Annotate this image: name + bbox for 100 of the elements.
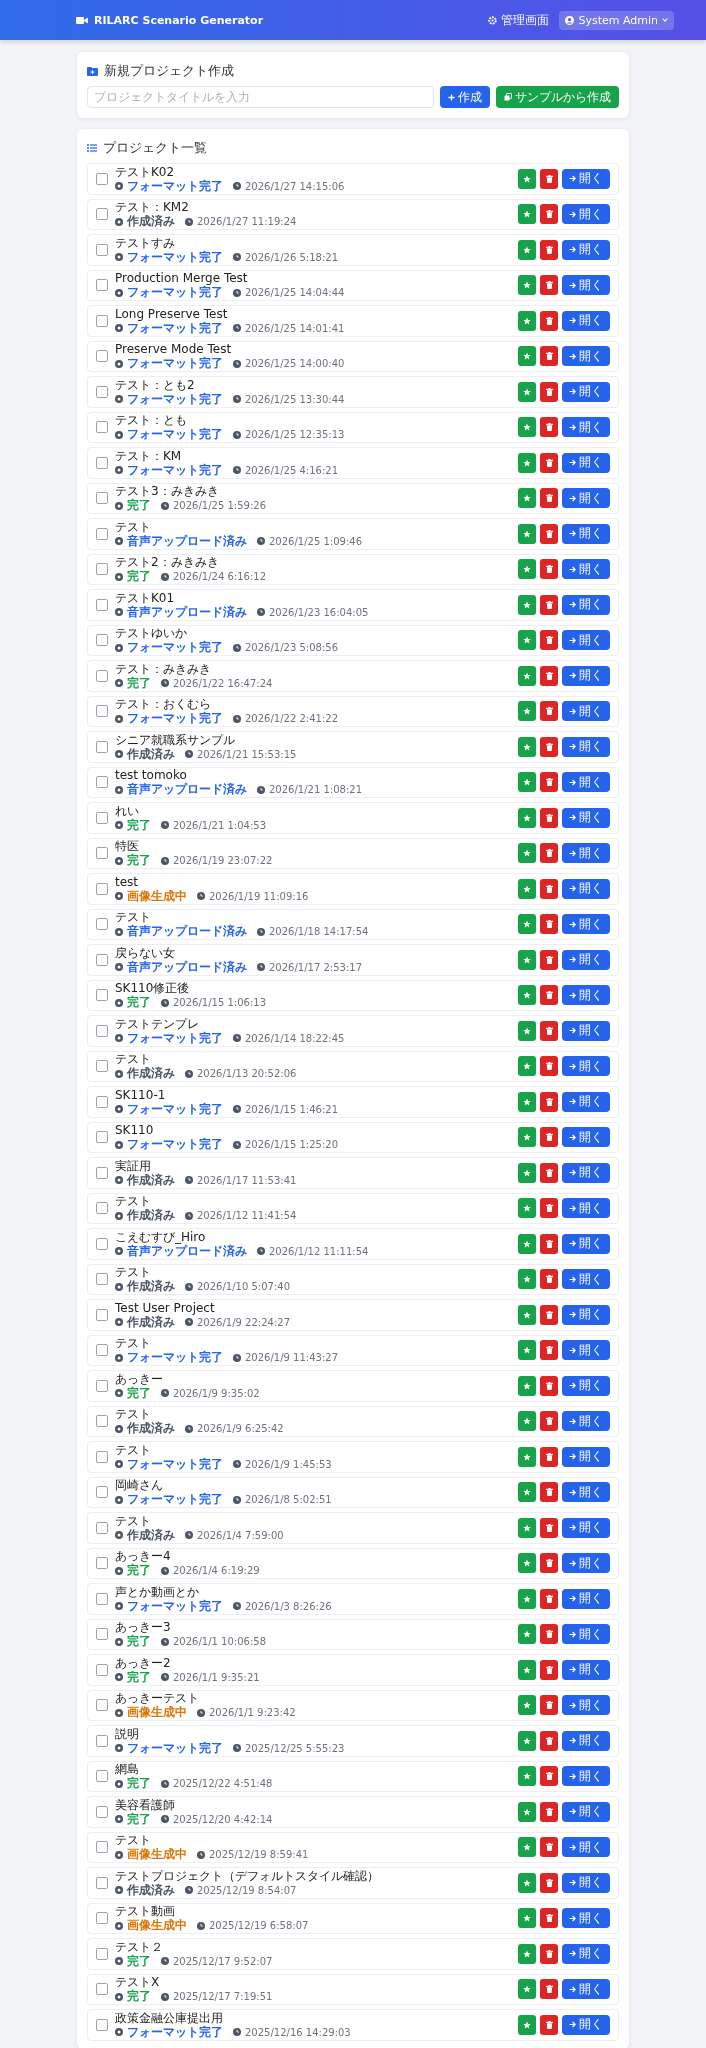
project-row[interactable]: テスト：KM2 作成済み 2026/1/27 11:19:24 開く [87,198,619,230]
open-button[interactable]: 開く [562,559,610,580]
star-button[interactable] [518,1872,536,1893]
checkbox[interactable] [96,847,108,860]
open-button[interactable]: 開く [562,488,610,509]
open-button[interactable]: 開く [562,1127,610,1148]
delete-button[interactable] [540,2014,558,2035]
delete-button[interactable] [540,1269,558,1290]
checkbox[interactable] [96,811,108,824]
checkbox[interactable] [96,1983,108,1996]
delete-button[interactable] [540,701,558,722]
delete-button[interactable] [540,1375,558,1396]
checkbox[interactable] [96,1770,108,1783]
project-row[interactable]: SK110修正後 完了 2026/1/15 1:06:13 開く [87,979,619,1011]
open-button[interactable]: 開く [562,417,610,438]
open-button[interactable]: 開く [562,1269,610,1290]
delete-button[interactable] [540,914,558,935]
project-row[interactable]: テストすみ フォーマット完了 2026/1/26 5:18:21 開く [87,234,619,266]
star-button[interactable] [518,594,536,615]
checkbox[interactable] [96,279,108,292]
checkbox[interactable] [96,1450,108,1463]
project-row[interactable]: あっきー3 完了 2026/1/1 10:06:58 開く [87,1618,619,1650]
star-button[interactable] [518,1695,536,1716]
open-button[interactable]: 開く [562,1482,610,1503]
open-button[interactable]: 開く [562,1624,610,1645]
open-button[interactable]: 開く [562,1056,610,1077]
delete-button[interactable] [540,381,558,402]
create-from-sample-button[interactable]: サンプルから作成 [496,86,619,108]
delete-button[interactable] [540,1162,558,1183]
delete-button[interactable] [540,1482,558,1503]
open-button[interactable]: 開く [562,1943,610,1964]
checkbox[interactable] [96,740,108,753]
delete-button[interactable] [540,736,558,757]
project-row[interactable]: SK110-1 フォーマット完了 2026/1/15 1:46:21 開く [87,1086,619,1118]
star-button[interactable] [518,843,536,864]
delete-button[interactable] [540,1837,558,1858]
star-button[interactable] [518,914,536,935]
open-button[interactable]: 開く [562,1411,610,1432]
star-button[interactable] [518,1162,536,1183]
star-button[interactable] [518,630,536,651]
open-button[interactable]: 開く [562,1801,610,1822]
checkbox[interactable] [96,1734,108,1747]
project-row[interactable]: あっきー4 完了 2026/1/4 6:19:29 開く [87,1547,619,1579]
project-row[interactable]: テスト 作成済み 2026/1/9 6:25:42 開く [87,1405,619,1437]
star-button[interactable] [518,488,536,509]
delete-button[interactable] [540,772,558,793]
checkbox[interactable] [96,1628,108,1641]
open-button[interactable]: 開く [562,1695,610,1716]
open-button[interactable]: 開く [562,594,610,615]
delete-button[interactable] [540,878,558,899]
star-button[interactable] [518,1198,536,1219]
star-button[interactable] [518,204,536,225]
star-button[interactable] [518,878,536,899]
open-button[interactable]: 開く [562,1659,610,1680]
open-button[interactable]: 開く [562,239,610,260]
delete-button[interactable] [540,1020,558,1041]
project-row[interactable]: 網島 完了 2025/12/22 4:51:48 開く [87,1760,619,1792]
delete-button[interactable] [540,1233,558,1254]
project-row[interactable]: Preserve Mode Test フォーマット完了 2026/1/25 14:00:40 開く [87,340,619,372]
delete-button[interactable] [540,1908,558,1929]
project-row[interactable]: テスト3：みきみき 完了 2026/1/25 1:59:26 開く [87,482,619,514]
open-button[interactable]: 開く [562,843,610,864]
project-row[interactable]: あっきー 完了 2026/1/9 9:35:02 開く [87,1370,619,1402]
checkbox[interactable] [96,492,108,505]
star-button[interactable] [518,807,536,828]
star-button[interactable] [518,1269,536,1290]
checkbox[interactable] [96,314,108,327]
star-button[interactable] [518,310,536,331]
checkbox[interactable] [96,1415,108,1428]
open-button[interactable]: 開く [562,1766,610,1787]
project-row[interactable]: test tomoko 音声アップロード済み 2026/1/21 1:08:21 開く [87,766,619,798]
delete-button[interactable] [540,1304,558,1325]
checkbox[interactable] [96,172,108,185]
star-button[interactable] [518,1446,536,1467]
star-button[interactable] [518,1801,536,1822]
open-button[interactable]: 開く [562,1162,610,1183]
checkbox[interactable] [96,1912,108,1925]
admin-link[interactable]: 管理画面 [488,11,550,29]
project-row[interactable]: 声とか動画とか フォーマット完了 2026/1/3 8:26:26 開く [87,1583,619,1615]
delete-button[interactable] [540,594,558,615]
delete-button[interactable] [540,1446,558,1467]
delete-button[interactable] [540,807,558,828]
open-button[interactable]: 開く [562,1979,610,2000]
project-row[interactable]: Long Preserve Test フォーマット完了 2026/1/25 14:01:41 開く [87,305,619,337]
checkbox[interactable] [96,1841,108,1854]
checkbox[interactable] [96,1699,108,1712]
star-button[interactable] [518,1979,536,2000]
star-button[interactable] [518,1482,536,1503]
star-button[interactable] [518,1837,536,1858]
open-button[interactable]: 開く [562,1730,610,1751]
open-button[interactable]: 開く [562,204,610,225]
open-button[interactable]: 開く [562,310,610,331]
checkbox[interactable] [96,1486,108,1499]
delete-button[interactable] [540,488,558,509]
project-row[interactable]: テスト２ 完了 2025/12/17 9:52:07 開く [87,1938,619,1970]
project-row[interactable]: テスト2：みきみき 完了 2026/1/24 6:16:12 開く [87,553,619,585]
project-row[interactable]: 岡崎さん フォーマット完了 2026/1/8 5:02:51 開く [87,1476,619,1508]
project-row[interactable]: Test User Project 作成済み 2026/1/9 22:24:27 開く [87,1299,619,1331]
delete-button[interactable] [540,1872,558,1893]
open-button[interactable]: 開く [562,772,610,793]
